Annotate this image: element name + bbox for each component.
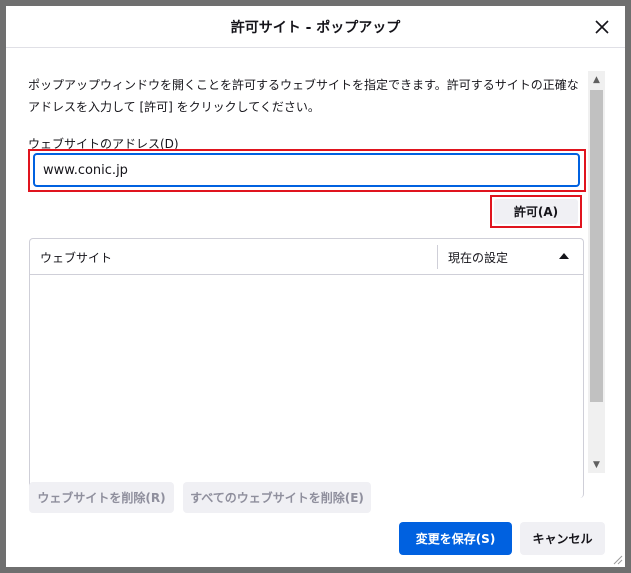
column-header-website[interactable]: ウェブサイト xyxy=(40,249,112,266)
scroll-up-icon[interactable]: ▲ xyxy=(588,71,605,88)
sites-table: ウェブサイト 現在の設定 xyxy=(29,238,584,498)
column-header-status[interactable]: 現在の設定 xyxy=(448,249,508,266)
content-scrollbar[interactable]: ▲ ▼ xyxy=(588,71,605,473)
dialog-content: ポップアップウィンドウを開くことを許可するウェブサイトを指定できます。許可するサ… xyxy=(6,49,625,567)
save-changes-button[interactable]: 変更を保存(S) xyxy=(399,522,512,555)
scrollbar-thumb[interactable] xyxy=(590,90,603,402)
remove-website-button[interactable]: ウェブサイトを削除(R) xyxy=(29,482,174,513)
resize-grip-icon[interactable] xyxy=(611,553,623,565)
scroll-down-icon[interactable]: ▼ xyxy=(588,456,605,473)
dialog-titlebar: 許可サイト - ポップアップ xyxy=(6,6,625,48)
sort-ascending-icon xyxy=(559,253,569,259)
popup-permissions-dialog: 許可サイト - ポップアップ ポップアップウィンドウを開くことを許可するウェブサ… xyxy=(6,6,625,567)
remove-all-websites-button[interactable]: すべてのウェブサイトを削除(E) xyxy=(183,482,371,513)
cancel-button[interactable]: キャンセル xyxy=(520,522,605,555)
dialog-description: ポップアップウィンドウを開くことを許可するウェブサイトを指定できます。許可するサ… xyxy=(28,78,579,114)
column-divider xyxy=(437,245,438,269)
table-header: ウェブサイト 現在の設定 xyxy=(30,239,583,275)
address-input[interactable] xyxy=(33,153,580,187)
dialog-title: 許可サイト - ポップアップ xyxy=(230,20,401,36)
close-button[interactable] xyxy=(589,14,615,40)
close-icon xyxy=(595,20,609,34)
allow-button[interactable]: 許可(A) xyxy=(494,199,578,224)
